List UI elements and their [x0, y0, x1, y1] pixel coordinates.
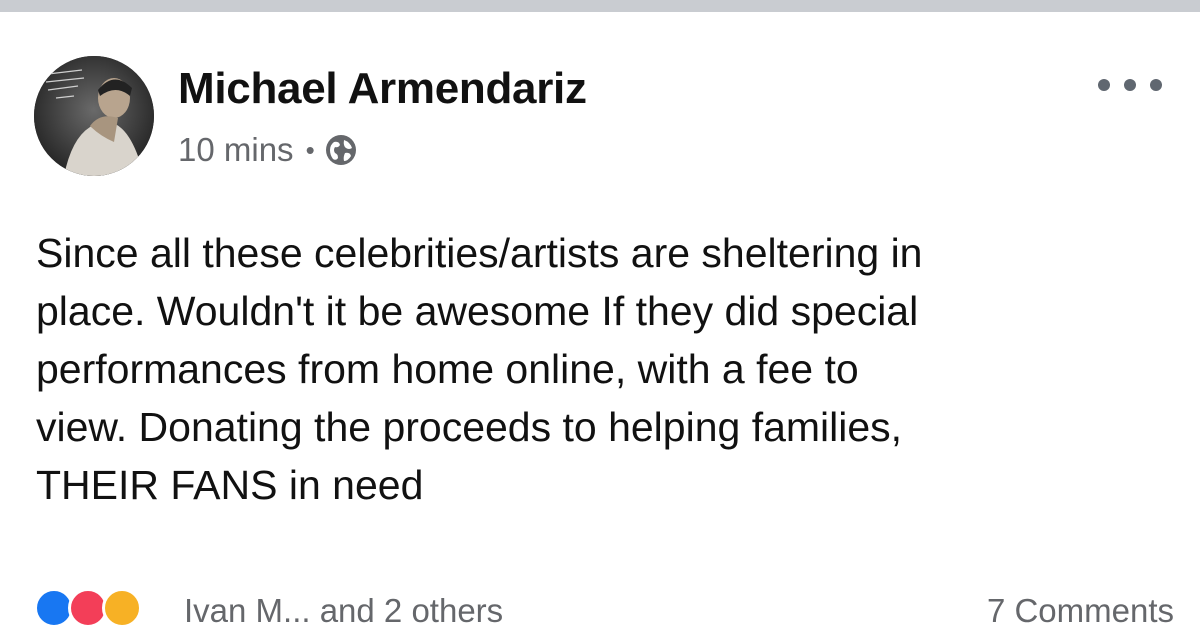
more-dot [1150, 79, 1162, 91]
reaction-icons[interactable] [34, 588, 174, 628]
post-body-text: Since all these celebrities/artists are … [36, 230, 923, 508]
reactions-summary[interactable]: Ivan M... and 2 others 7 Comments [34, 588, 1174, 628]
post-meta: 10 mins • [178, 130, 357, 170]
post-timestamp[interactable]: 10 mins [178, 131, 294, 169]
globe-icon[interactable] [325, 134, 357, 166]
feed-divider [0, 0, 1200, 12]
meta-separator: • [305, 134, 315, 165]
post-card: Michael Armendariz 10 mins • Since all t… [0, 12, 1200, 628]
more-options-icon[interactable] [1098, 68, 1162, 102]
comment-count[interactable]: 7 Comments [987, 592, 1174, 628]
more-dot [1098, 79, 1110, 91]
avatar-image [34, 56, 154, 176]
author-name[interactable]: Michael Armendariz [178, 64, 587, 114]
author-avatar[interactable] [34, 56, 154, 176]
more-dot [1124, 79, 1136, 91]
reaction-names[interactable]: Ivan M... and 2 others [184, 592, 503, 628]
haha-icon [102, 588, 142, 628]
